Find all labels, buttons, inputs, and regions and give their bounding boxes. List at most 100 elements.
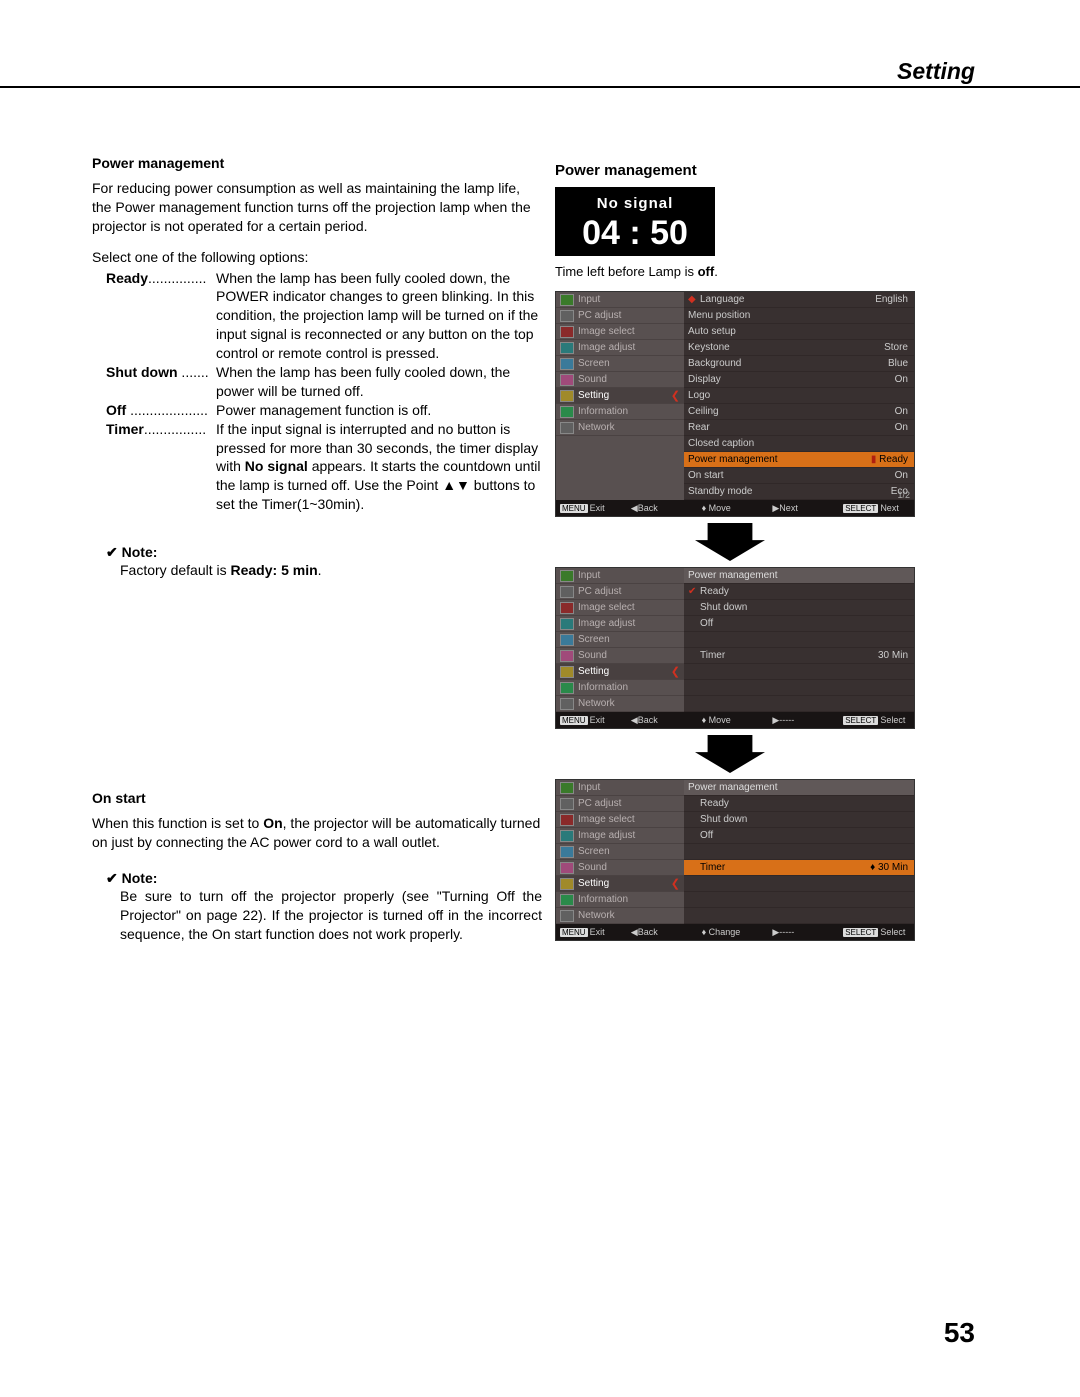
pc-adjust-icon [560, 586, 574, 598]
sidebar-item-image-select[interactable]: Image select [556, 324, 684, 340]
menu-row-off[interactable]: Off [684, 616, 914, 632]
check-icon: ✔ [688, 586, 698, 597]
menu-row-timer[interactable]: Timer♦ 30 Min [684, 860, 914, 876]
sidebar-item-setting[interactable]: Setting❮ [556, 388, 684, 404]
footer-hint: SELECTSelect [843, 715, 910, 725]
menu-row-label: Ceiling [688, 406, 719, 417]
sidebar-item-pc-adjust[interactable]: PC adjust [556, 796, 684, 812]
note-1-label: ✔ Note: [106, 544, 542, 561]
dots: ....... [178, 364, 209, 380]
sidebar-item-network[interactable]: Network [556, 696, 684, 712]
sidebar-item-image-adjust[interactable]: Image adjust [556, 616, 684, 632]
sidebar-item-network[interactable]: Network [556, 420, 684, 436]
sidebar-item-setting[interactable]: Setting❮ [556, 664, 684, 680]
menu-row-language[interactable]: ◆LanguageEnglish [684, 292, 914, 308]
sidebar-item-sound[interactable]: Sound [556, 372, 684, 388]
page-indicator: 1/2 [897, 490, 910, 500]
menu-row-spacer [684, 844, 914, 860]
sidebar-item-label: PC adjust [578, 798, 621, 809]
sidebar-item-input[interactable]: Input [556, 780, 684, 796]
footer-hint: ◀Back [631, 503, 698, 514]
sidebar-item-information[interactable]: Information [556, 892, 684, 908]
footer-hint: ♦ Move [702, 715, 769, 725]
menu-row-background[interactable]: BackgroundBlue [684, 356, 914, 372]
no-signal-time: 04 : 50 [565, 216, 705, 250]
sidebar-item-pc-adjust[interactable]: PC adjust [556, 308, 684, 324]
menu-row-standby-mode[interactable]: Standby modeEco [684, 484, 914, 500]
menu-row-closed-caption[interactable]: Closed caption [684, 436, 914, 452]
menu-row-menu-position[interactable]: Menu position [684, 308, 914, 324]
menu-row-power-management[interactable]: Power management▮ Ready [684, 452, 914, 468]
osd3-sidebar: Input PC adjust Image selectImage adjust Sc… [556, 780, 684, 924]
timer-term: Timer [106, 421, 144, 437]
menu-row-empty [684, 892, 914, 908]
sidebar-item-image-select[interactable]: Image select [556, 812, 684, 828]
menu-row-empty [684, 876, 914, 892]
key-label-icon: MENU [560, 928, 588, 937]
sidebar-item-network[interactable]: Network [556, 908, 684, 924]
sidebar-item-label: Image adjust [578, 342, 635, 353]
sidebar-item-label: Image adjust [578, 618, 635, 629]
sidebar-item-setting[interactable]: Setting❮ [556, 876, 684, 892]
sidebar-item-input[interactable]: Input [556, 292, 684, 308]
information-icon [560, 406, 574, 418]
menu-row-off[interactable]: Off [684, 828, 914, 844]
sidebar-item-label: Screen [578, 846, 610, 857]
menu-row-display[interactable]: DisplayOn [684, 372, 914, 388]
footer-hint: ◀Back [631, 927, 698, 938]
menu-row-label: Auto setup [688, 326, 736, 337]
dots: ............... [148, 270, 206, 286]
menu-row-value: On [895, 406, 908, 417]
sidebar-item-information[interactable]: Information [556, 680, 684, 696]
menu-row-value: Blue [888, 358, 908, 369]
screen-icon [560, 846, 574, 858]
network-icon [560, 698, 574, 710]
sidebar-item-information[interactable]: Information [556, 404, 684, 420]
sidebar-item-screen[interactable]: Screen [556, 844, 684, 860]
menu-row-rear[interactable]: RearOn [684, 420, 914, 436]
sidebar-item-screen[interactable]: Screen [556, 632, 684, 648]
sidebar-item-sound[interactable]: Sound [556, 648, 684, 664]
sidebar-item-label: Image select [578, 326, 635, 337]
sidebar-item-label: Setting [578, 878, 609, 889]
sidebar-item-input[interactable]: Input [556, 568, 684, 584]
note-2-label: ✔ Note: [106, 870, 542, 887]
setting-icon [560, 878, 574, 890]
menu-row-shut-down[interactable]: Shut down [684, 600, 914, 616]
key-label-icon: SELECT [843, 504, 878, 513]
sidebar-item-label: Network [578, 422, 615, 433]
sidebar-item-label: Sound [578, 374, 607, 385]
menu-row-ready[interactable]: Ready [684, 796, 914, 812]
chevron-left-icon: ❮ [671, 389, 680, 402]
footer-hint: MENUExit [560, 503, 627, 513]
image-adjust-icon [560, 830, 574, 842]
input-icon [560, 782, 574, 794]
sidebar-item-label: Input [578, 570, 600, 581]
key-label-icon: MENU [560, 504, 588, 513]
menu-row-logo[interactable]: Logo [684, 388, 914, 404]
sidebar-item-image-adjust[interactable]: Image adjust [556, 340, 684, 356]
menu-row-keystone[interactable]: KeystoneStore [684, 340, 914, 356]
menu-row-shut-down[interactable]: Shut down [684, 812, 914, 828]
menu-row-ready[interactable]: ✔Ready [684, 584, 914, 600]
image-adjust-icon [560, 342, 574, 354]
sidebar-item-image-select[interactable]: Image select [556, 600, 684, 616]
footer-hint: SELECTNext [843, 503, 910, 513]
right-column: Power management No signal 04 : 50 Time … [555, 162, 975, 945]
shutdown-term: Shut down [106, 364, 178, 380]
sidebar-item-sound[interactable]: Sound [556, 860, 684, 876]
setting-icon [560, 390, 574, 402]
footer-hint: ◀Back [631, 715, 698, 726]
input-icon [560, 570, 574, 582]
sidebar-item-image-adjust[interactable]: Image adjust [556, 828, 684, 844]
menu-row-auto-setup[interactable]: Auto setup [684, 324, 914, 340]
sidebar-item-screen[interactable]: Screen [556, 356, 684, 372]
menu-row-timer[interactable]: Timer30 Min [684, 648, 914, 664]
menu-row-on-start[interactable]: On startOn [684, 468, 914, 484]
image-select-icon [560, 814, 574, 826]
sidebar-item-pc-adjust[interactable]: PC adjust [556, 584, 684, 600]
menu-row-ceiling[interactable]: Ceiling On [684, 404, 914, 420]
submenu-header: Power management [684, 568, 914, 584]
menu-row-value: Store [884, 342, 908, 353]
def-off: Off .................... Power managemen… [106, 401, 542, 420]
